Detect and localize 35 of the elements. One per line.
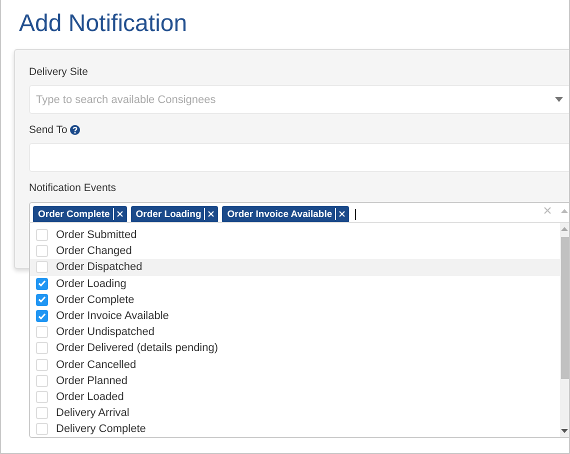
field-label: Send To — [29, 124, 68, 136]
event-option[interactable]: Order Dispatched — [30, 259, 560, 276]
checkbox[interactable] — [36, 294, 48, 306]
clear-icon[interactable] — [544, 207, 551, 214]
field-label: Delivery Site — [29, 66, 88, 78]
event-option[interactable]: Order Submitted — [30, 227, 560, 244]
scroll-down-icon[interactable] — [561, 429, 568, 433]
caret-icon[interactable] — [555, 97, 563, 102]
checkbox[interactable] — [36, 278, 48, 290]
text-cursor — [355, 208, 356, 220]
event-option[interactable]: Order Delivered (details pending) — [30, 340, 560, 356]
field-label: Notification Events — [29, 182, 116, 194]
remove-icon[interactable] — [116, 211, 123, 217]
event-option[interactable]: Order Invoice Available — [30, 308, 560, 324]
caret-icon[interactable] — [561, 208, 568, 212]
checkbox[interactable] — [36, 310, 48, 322]
event-option[interactable]: Order Loaded — [30, 388, 560, 406]
event-option[interactable]: Order Changed — [30, 243, 560, 260]
remove-icon[interactable] — [208, 211, 214, 217]
remove-icon[interactable] — [339, 211, 346, 217]
scrollbar[interactable] — [560, 223, 569, 437]
selected-tag: Order Loading — [130, 206, 218, 222]
event-option[interactable]: Order Loading — [30, 276, 560, 292]
selected-tag: Order Complete — [33, 206, 127, 222]
event-option[interactable]: Order Complete — [30, 292, 560, 308]
event-option[interactable]: Order Cancelled — [30, 356, 560, 373]
page-title: Add Notification — [18, 9, 188, 39]
delivery-site-dropdown[interactable]: Type to search available Consignees — [29, 85, 569, 114]
event-option[interactable]: Order Planned — [30, 372, 560, 389]
help-icon[interactable] — [70, 125, 80, 135]
selected-tag: Order Invoice Available — [222, 206, 350, 222]
event-option[interactable]: Delivery Complete — [30, 421, 560, 437]
event-option[interactable]: Delivery Arrival — [30, 405, 560, 422]
send-to-field[interactable] — [29, 143, 569, 172]
event-option[interactable]: Order Undispatched — [30, 324, 560, 340]
